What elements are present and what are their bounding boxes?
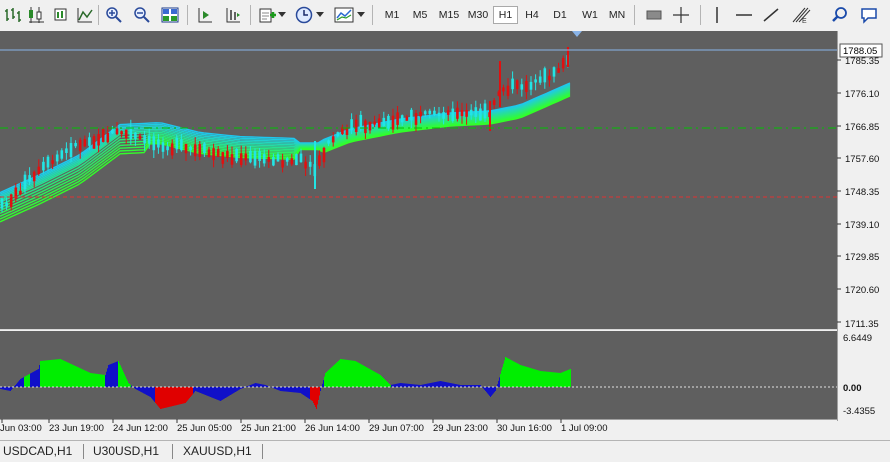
time-label: Jun 03:00 bbox=[0, 423, 42, 434]
tile-windows-icon[interactable] bbox=[159, 4, 181, 26]
chevron-down-icon[interactable] bbox=[314, 4, 326, 26]
symbol-tab-u30usd[interactable]: U30USD,H1 bbox=[93, 443, 159, 460]
time-label: 30 Jun 16:00 bbox=[497, 423, 552, 434]
candlestick-icon[interactable] bbox=[26, 4, 48, 26]
timeframe-m1[interactable]: M1 bbox=[380, 6, 404, 24]
main-chart-area[interactable] bbox=[0, 31, 837, 329]
periods-clock-icon[interactable] bbox=[293, 4, 315, 26]
candle-chart-icon[interactable] bbox=[50, 4, 72, 26]
line-chart-icon[interactable] bbox=[74, 4, 96, 26]
crosshair-icon[interactable] bbox=[670, 4, 692, 26]
indicator-label: 0.00 bbox=[843, 383, 862, 394]
timeframe-w1[interactable]: W1 bbox=[577, 6, 603, 24]
price-label: 1785.35 bbox=[845, 56, 879, 67]
chart-window[interactable]: 1788.05 1785.35 1776.10 1766.85 1757.60 … bbox=[0, 31, 890, 438]
indicator-axis: 6.6449 0.00 -3.4355 bbox=[843, 333, 875, 417]
time-label: 29 Jun 23:00 bbox=[433, 423, 488, 434]
time-label: 25 Jun 21:00 bbox=[241, 423, 296, 434]
price-chart[interactable]: 1788.05 1785.35 1776.10 1766.85 1757.60 … bbox=[0, 31, 890, 438]
svg-text:E: E bbox=[802, 18, 807, 24]
bar-chart-icon[interactable] bbox=[2, 4, 24, 26]
time-label: 1 Jul 09:00 bbox=[561, 423, 607, 434]
timeframe-m5[interactable]: M5 bbox=[407, 6, 433, 24]
timeframe-m15[interactable]: M15 bbox=[435, 6, 463, 24]
templates-icon[interactable] bbox=[333, 4, 355, 26]
price-label: 1748.35 bbox=[845, 187, 879, 198]
price-label: 1729.85 bbox=[845, 252, 879, 263]
zoom-out-icon[interactable] bbox=[131, 4, 153, 26]
time-label: 25 Jun 05:00 bbox=[177, 423, 232, 434]
price-label: 1720.60 bbox=[845, 285, 879, 296]
zoom-in-icon[interactable] bbox=[103, 4, 125, 26]
indicator-label: -3.4355 bbox=[843, 406, 875, 417]
chevron-down-icon[interactable] bbox=[276, 4, 288, 26]
vertical-line-icon[interactable] bbox=[706, 4, 728, 26]
toolbar: M1 M5 M15 M30 H1 H4 D1 W1 MN E bbox=[0, 0, 890, 32]
timeframe-m30[interactable]: M30 bbox=[464, 6, 492, 24]
price-label: 1739.10 bbox=[845, 220, 879, 231]
price-label: 1711.35 bbox=[845, 319, 879, 330]
timeframe-h1[interactable]: H1 bbox=[493, 6, 518, 24]
indicator-label: 6.6449 bbox=[843, 333, 872, 344]
price-label: 1766.85 bbox=[845, 122, 879, 133]
indicators-icon[interactable] bbox=[256, 4, 278, 26]
symbol-tab-usdcad[interactable]: USDCAD,H1 bbox=[3, 443, 72, 460]
price-label: 1757.60 bbox=[845, 154, 879, 165]
time-label: 26 Jun 14:00 bbox=[305, 423, 360, 434]
cursor-rectangle-icon[interactable] bbox=[643, 4, 665, 26]
timeframe-mn[interactable]: MN bbox=[604, 6, 630, 24]
search-icon[interactable] bbox=[829, 4, 851, 26]
indicator-subwindow[interactable] bbox=[0, 331, 837, 419]
chat-icon[interactable] bbox=[858, 4, 880, 26]
time-label: 24 Jun 12:00 bbox=[113, 423, 168, 434]
time-label: 23 Jun 19:00 bbox=[49, 423, 104, 434]
time-label: 29 Jun 07:00 bbox=[369, 423, 424, 434]
timeframe-h4[interactable]: H4 bbox=[520, 6, 544, 24]
horizontal-line-icon[interactable] bbox=[733, 4, 755, 26]
symbol-tab-xauusd[interactable]: XAUUSD,H1 bbox=[183, 443, 252, 460]
symbol-tab-bar: USDCAD,H1 U30USD,H1 XAUUSD,H1 bbox=[0, 440, 890, 462]
time-axis: Jun 03:00 23 Jun 19:00 24 Jun 12:00 25 J… bbox=[0, 419, 607, 434]
autoscroll-icon[interactable] bbox=[222, 4, 244, 26]
timeframe-d1[interactable]: D1 bbox=[548, 6, 572, 24]
chevron-down-icon[interactable] bbox=[355, 4, 367, 26]
price-axis: 1788.05 1785.35 1776.10 1766.85 1757.60 … bbox=[837, 44, 882, 330]
price-label: 1776.10 bbox=[845, 89, 879, 100]
trendline-icon[interactable] bbox=[760, 4, 782, 26]
chart-shift-icon[interactable] bbox=[194, 4, 216, 26]
fibonacci-icon[interactable]: E bbox=[790, 4, 812, 26]
